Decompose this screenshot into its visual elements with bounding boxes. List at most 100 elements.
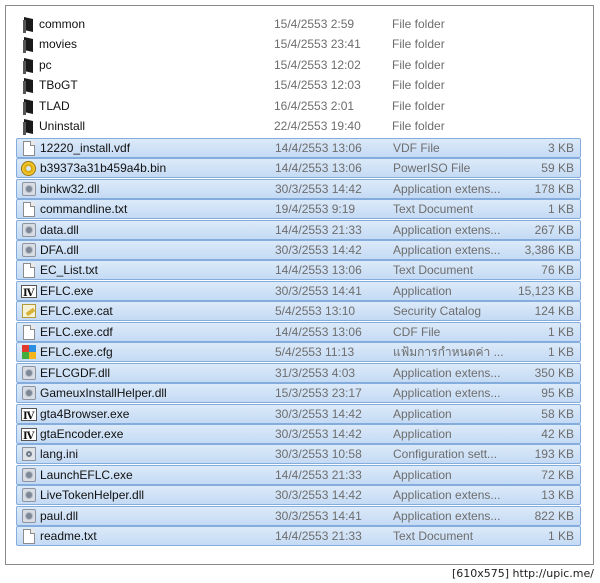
file-type: Text Document (393, 202, 474, 217)
document-icon (23, 140, 35, 156)
file-size: 350 KB (534, 365, 574, 380)
file-type: Security Catalog (393, 304, 482, 319)
file-row[interactable]: EC_List.txt 14/4/2553 13:06 Text Document 7… (16, 260, 581, 281)
dll-icon (22, 508, 36, 523)
file-row[interactable]: GameuxInstallHelper.dll 15/3/2553 23:17 Ap… (16, 383, 581, 404)
file-size: 1 KB (547, 324, 574, 339)
file-type: Application (393, 427, 452, 441)
file-name: gta4Browser.exe (40, 406, 130, 421)
file-name: data.dll (40, 222, 79, 237)
file-row[interactable]: EFLC.exe.cat 5/4/2553 13:10 Security Catal… (16, 301, 581, 322)
file-icon-cell (21, 386, 37, 402)
security-catalog-icon (22, 304, 36, 319)
file-date-modified: 30/3/2553 14:42 (275, 488, 362, 503)
document-icon (23, 202, 35, 218)
file-type: Text Document (393, 263, 474, 278)
file-icon-cell (21, 529, 37, 545)
file-date-modified: 14/4/2553 13:06 (275, 161, 362, 176)
gta-exe-icon (21, 407, 37, 423)
document-icon (23, 263, 35, 279)
file-size (496, 56, 573, 74)
file-name: readme.txt (40, 529, 97, 544)
file-row[interactable]: TBoGT 15/4/2553 12:03 File folder (16, 76, 581, 96)
file-row[interactable]: commandline.txt 19/4/2553 9:19 Text Docume… (16, 199, 581, 220)
disc-image-icon (21, 161, 36, 177)
file-size: 193 KB (534, 447, 574, 462)
file-size: 76 KB (541, 263, 574, 278)
image-host-watermark: [610x575] http://upic.me/ (451, 567, 594, 580)
file-name: TLAD (39, 98, 70, 113)
file-name: LaunchEFLC.exe (40, 467, 133, 482)
document-icon (23, 529, 35, 545)
file-row[interactable]: b39373a31b459a4b.bin 14/4/2553 13:06 Power… (16, 158, 581, 179)
file-row[interactable]: Uninstall 22/4/2553 19:40 File folder (16, 117, 581, 137)
file-row[interactable]: TLAD 16/4/2553 2:01 File folder (16, 97, 581, 117)
file-row[interactable]: DFA.dll 30/3/2553 14:42 Application extens… (16, 239, 581, 260)
file-icon-cell (21, 488, 37, 504)
file-row[interactable]: LiveTokenHelper.dll 30/3/2553 14:42 Applic… (16, 485, 581, 506)
file-row[interactable]: gtaEncoder.exe 30/3/2553 14:42 Application… (16, 424, 581, 444)
file-date-modified: 16/4/2553 2:01 (274, 98, 355, 113)
file-row[interactable]: movies 15/4/2553 23:41 File folder (16, 35, 581, 55)
file-date-modified: 30/3/2553 14:42 (275, 242, 362, 257)
file-row[interactable]: paul.dll 30/3/2553 14:41 Application exten… (16, 505, 581, 526)
file-date-modified: 15/4/2553 23:41 (274, 37, 361, 52)
file-type: Configuration sett... (393, 447, 498, 462)
file-date-modified: 14/4/2553 13:06 (275, 140, 362, 155)
file-date-modified: 14/4/2553 21:33 (275, 467, 362, 482)
file-size: 42 KB (541, 427, 574, 441)
file-row[interactable]: 12220_install.vdf 14/4/2553 13:06 VDF File… (16, 137, 581, 158)
file-row[interactable]: binkw32.dll 30/3/2553 14:42 Application ex… (16, 178, 581, 199)
file-name: b39373a31b459a4b.bin (40, 161, 167, 176)
dll-icon (22, 181, 36, 196)
file-name: GameuxInstallHelper.dll (40, 386, 167, 401)
file-size: 3 KB (547, 140, 574, 155)
file-date-modified: 14/4/2553 21:33 (275, 222, 362, 237)
file-icon-cell (21, 324, 37, 341)
file-row[interactable]: pc 15/4/2553 12:02 File folder (16, 56, 581, 76)
file-size: 1 KB (547, 345, 574, 360)
file-date-modified: 14/4/2553 21:33 (275, 529, 362, 544)
file-list-window: common 15/4/2553 2:59 File folder movies 15/… (5, 5, 594, 565)
file-name: EFLC.exe (40, 283, 94, 298)
file-icon-cell (20, 58, 36, 74)
file-row[interactable]: lang.ini 30/3/2553 10:58 Configuration set… (16, 444, 581, 465)
file-size: 95 KB (541, 386, 574, 401)
folder-icon (20, 58, 36, 74)
file-row[interactable]: EFLCGDF.dll 31/3/2553 4:03 Application ext… (16, 362, 581, 383)
file-row[interactable]: EFLC.exe.cfg 5/4/2553 11:13 แฟ้มการกำหนดค่… (16, 342, 581, 363)
file-type: Application extens... (393, 488, 501, 503)
dll-icon (22, 488, 36, 503)
file-size: 15,123 KB (517, 283, 574, 298)
file-row[interactable]: gta4Browser.exe 30/3/2553 14:42 Applicatio… (16, 403, 581, 424)
file-row[interactable]: readme.txt 14/4/2553 21:33 Text Document 1 … (16, 526, 581, 547)
file-row[interactable]: common 15/4/2553 2:59 File folder (16, 15, 581, 35)
file-type: Application (393, 283, 452, 298)
file-date-modified: 30/3/2553 14:41 (275, 508, 362, 523)
file-name: Uninstall (39, 119, 86, 134)
file-name: EFLCGDF.dll (40, 365, 111, 380)
document-icon (23, 324, 35, 340)
file-type: PowerISO File (393, 161, 471, 176)
file-size: 72 KB (541, 467, 574, 482)
file-icon-cell (20, 17, 36, 33)
file-row[interactable]: data.dll 14/4/2553 21:33 Application exten… (16, 219, 581, 240)
file-icon-cell (21, 304, 37, 320)
file-row[interactable]: LaunchEFLC.exe 14/4/2553 21:33 Application… (16, 464, 581, 485)
file-name: TBoGT (39, 78, 78, 93)
file-row[interactable]: EFLC.exe.cdf 14/4/2553 13:06 CDF File 1 KB (16, 321, 581, 342)
file-icon-cell (20, 37, 36, 54)
file-row[interactable]: EFLC.exe 30/3/2553 14:41 Application 15,123… (16, 280, 581, 301)
file-icon-cell (21, 427, 37, 443)
file-size: 59 KB (541, 161, 574, 176)
dll-icon (22, 242, 36, 257)
dll-icon (22, 467, 36, 482)
file-date-modified: 14/4/2553 13:06 (275, 324, 362, 339)
dll-icon (22, 386, 36, 401)
file-name: DFA.dll (40, 242, 79, 257)
gta-exe-icon (21, 428, 37, 443)
file-type: แฟ้มการกำหนดค่า ... (393, 345, 504, 360)
file-icon-cell (21, 202, 37, 218)
file-name: paul.dll (40, 508, 79, 523)
file-date-modified: 15/4/2553 12:03 (274, 78, 361, 93)
